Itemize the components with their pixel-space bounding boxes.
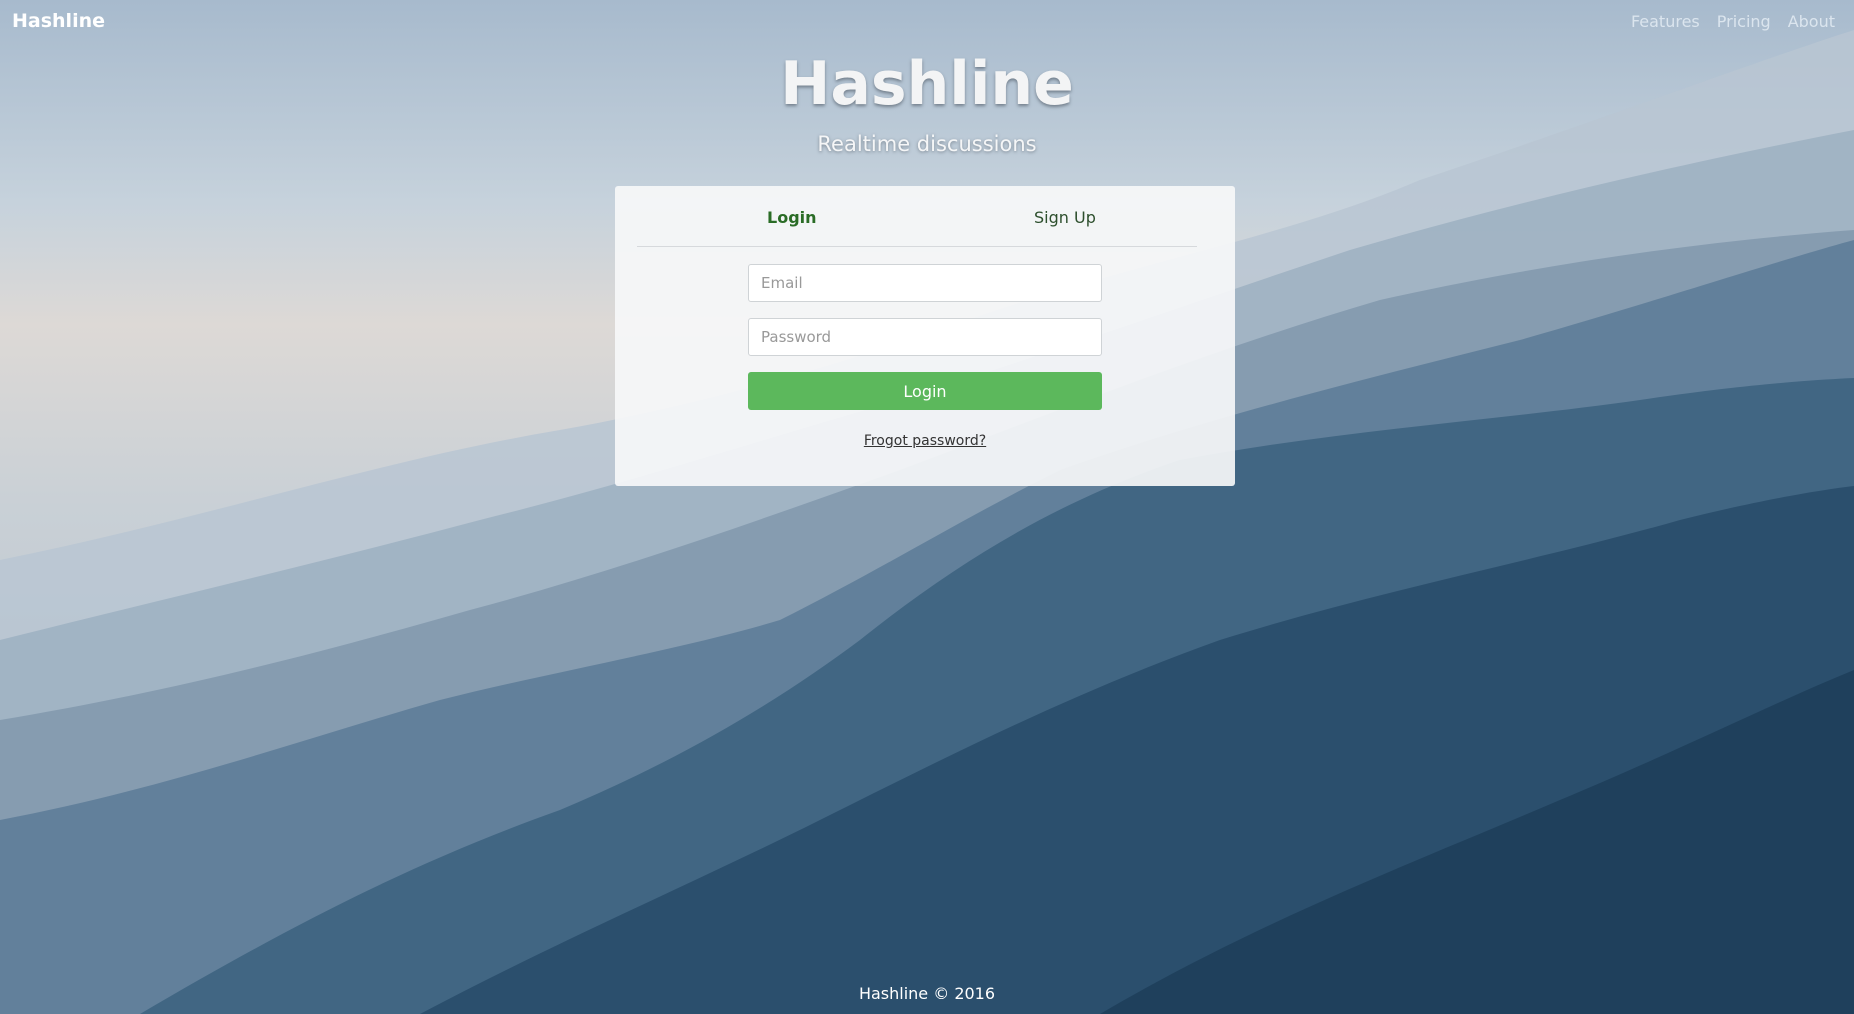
auth-tabs: Login Sign Up — [637, 186, 1197, 247]
brand-link[interactable]: Hashline — [12, 10, 105, 32]
login-button[interactable]: Login — [748, 372, 1102, 410]
forgot-password-row: Frogot password? — [615, 430, 1235, 449]
tab-sign-up[interactable]: Sign Up — [1034, 208, 1096, 227]
nav-link-features[interactable]: Features — [1631, 12, 1700, 31]
nav-link-about[interactable]: About — [1788, 12, 1835, 31]
auth-card: Login Sign Up Login Frogot password? — [615, 186, 1235, 486]
tab-login[interactable]: Login — [767, 208, 817, 227]
top-navbar: Hashline Features Pricing About — [0, 0, 1854, 44]
nav-links: Features Pricing About — [1631, 12, 1835, 31]
password-field[interactable] — [748, 318, 1102, 356]
hero-title: Hashline — [780, 49, 1074, 119]
email-field[interactable] — [748, 264, 1102, 302]
hero-subtitle: Realtime discussions — [817, 132, 1037, 156]
forgot-password-link[interactable]: Frogot password? — [864, 433, 986, 449]
nav-link-pricing[interactable]: Pricing — [1717, 12, 1771, 31]
hero: Hashline Realtime discussions — [0, 48, 1854, 156]
footer-copyright: Hashline © 2016 — [858, 984, 996, 1003]
